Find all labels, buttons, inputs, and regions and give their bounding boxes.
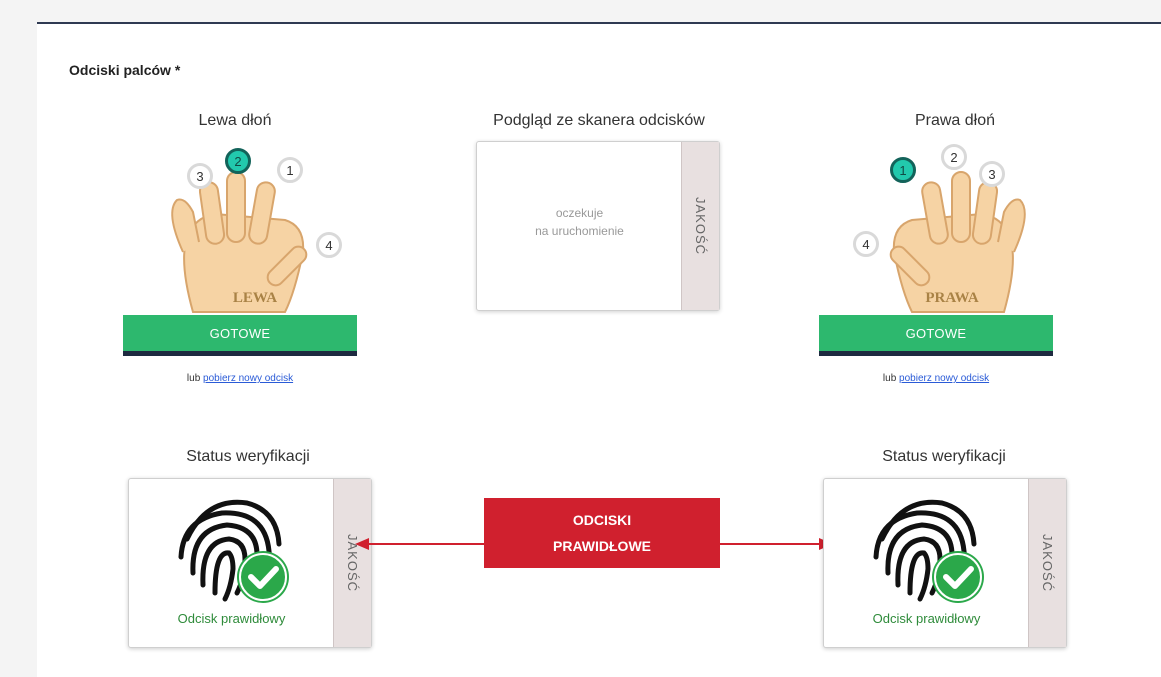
left-ready-button[interactable]: GOTOWE (123, 315, 357, 356)
right-status-title: Status weryfikacji (882, 448, 1006, 465)
section-title: Odciski palców * (69, 62, 181, 78)
preview-status: oczekuje na uruchomienie (477, 204, 682, 240)
left-alt-text: lub pobierz nowy odcisk (123, 373, 357, 384)
right-ready-button[interactable]: GOTOWE (819, 315, 1053, 356)
arrow-left-head (355, 538, 369, 550)
left-finger-4[interactable]: 4 (316, 232, 342, 258)
right-finger-2[interactable]: 2 (941, 144, 967, 170)
result-banner: ODCISKI PRAWIDŁOWE (484, 498, 720, 568)
right-status-box: Odcisk prawidłowy JAKOŚĆ (823, 478, 1067, 648)
right-hand-title: Prawa dłoń (914, 112, 996, 129)
arrow-right (720, 543, 823, 545)
right-fingerprint-icon (873, 499, 984, 603)
right-palm-label: PRAWA (925, 290, 979, 306)
preview-quality-label: JAKOŚĆ (693, 196, 708, 255)
left-status-result: Odcisk prawidłowy (177, 611, 286, 626)
preview-title: Podgląd ze skanera odcisków (493, 112, 705, 129)
right-finger-4[interactable]: 4 (853, 231, 879, 257)
banner-line-1: ODCISKI (572, 512, 632, 528)
left-status-title: Status weryfikacji (186, 448, 310, 465)
left-finger-1[interactable]: 1 (277, 157, 303, 183)
left-palm-label: LEWA (233, 290, 277, 306)
right-finger-3[interactable]: 3 (979, 161, 1005, 187)
preview-quality-strip: JAKOŚĆ (681, 142, 719, 310)
arrow-left (361, 543, 484, 545)
right-status-result: Odcisk prawidłowy (872, 611, 981, 626)
right-quality-strip: JAKOŚĆ (1028, 479, 1066, 647)
left-hand-title: Lewa dłoń (198, 112, 272, 129)
left-quality-strip: JAKOŚĆ (333, 479, 371, 647)
banner-line-2: PRAWIDŁOWE (553, 538, 651, 554)
right-alt-text: lub pobierz nowy odcisk (819, 373, 1053, 384)
left-finger-3[interactable]: 3 (187, 163, 213, 189)
right-finger-1-active[interactable]: 1 (890, 157, 916, 183)
left-alt-prefix: lub (186, 373, 201, 384)
scanner-preview: oczekuje na uruchomienie JAKOŚĆ (476, 141, 720, 311)
right-new-scan-link[interactable]: pobierz nowy odcisk (899, 373, 989, 384)
fingerprint-card: Odciski palców * Lewa dłoń LEWA 3 2 1 4 … (37, 22, 1161, 677)
preview-line-2: na uruchomienie (535, 224, 624, 238)
preview-line-1: oczekuje (555, 206, 604, 220)
right-alt-prefix: lub (882, 373, 897, 384)
left-finger-2-active[interactable]: 2 (225, 148, 251, 174)
left-fingerprint-icon (178, 499, 289, 603)
left-status-box: Odcisk prawidłowy JAKOŚĆ (128, 478, 372, 648)
left-new-scan-link[interactable]: pobierz nowy odcisk (203, 373, 293, 384)
right-quality-label: JAKOŚĆ (1040, 533, 1055, 592)
